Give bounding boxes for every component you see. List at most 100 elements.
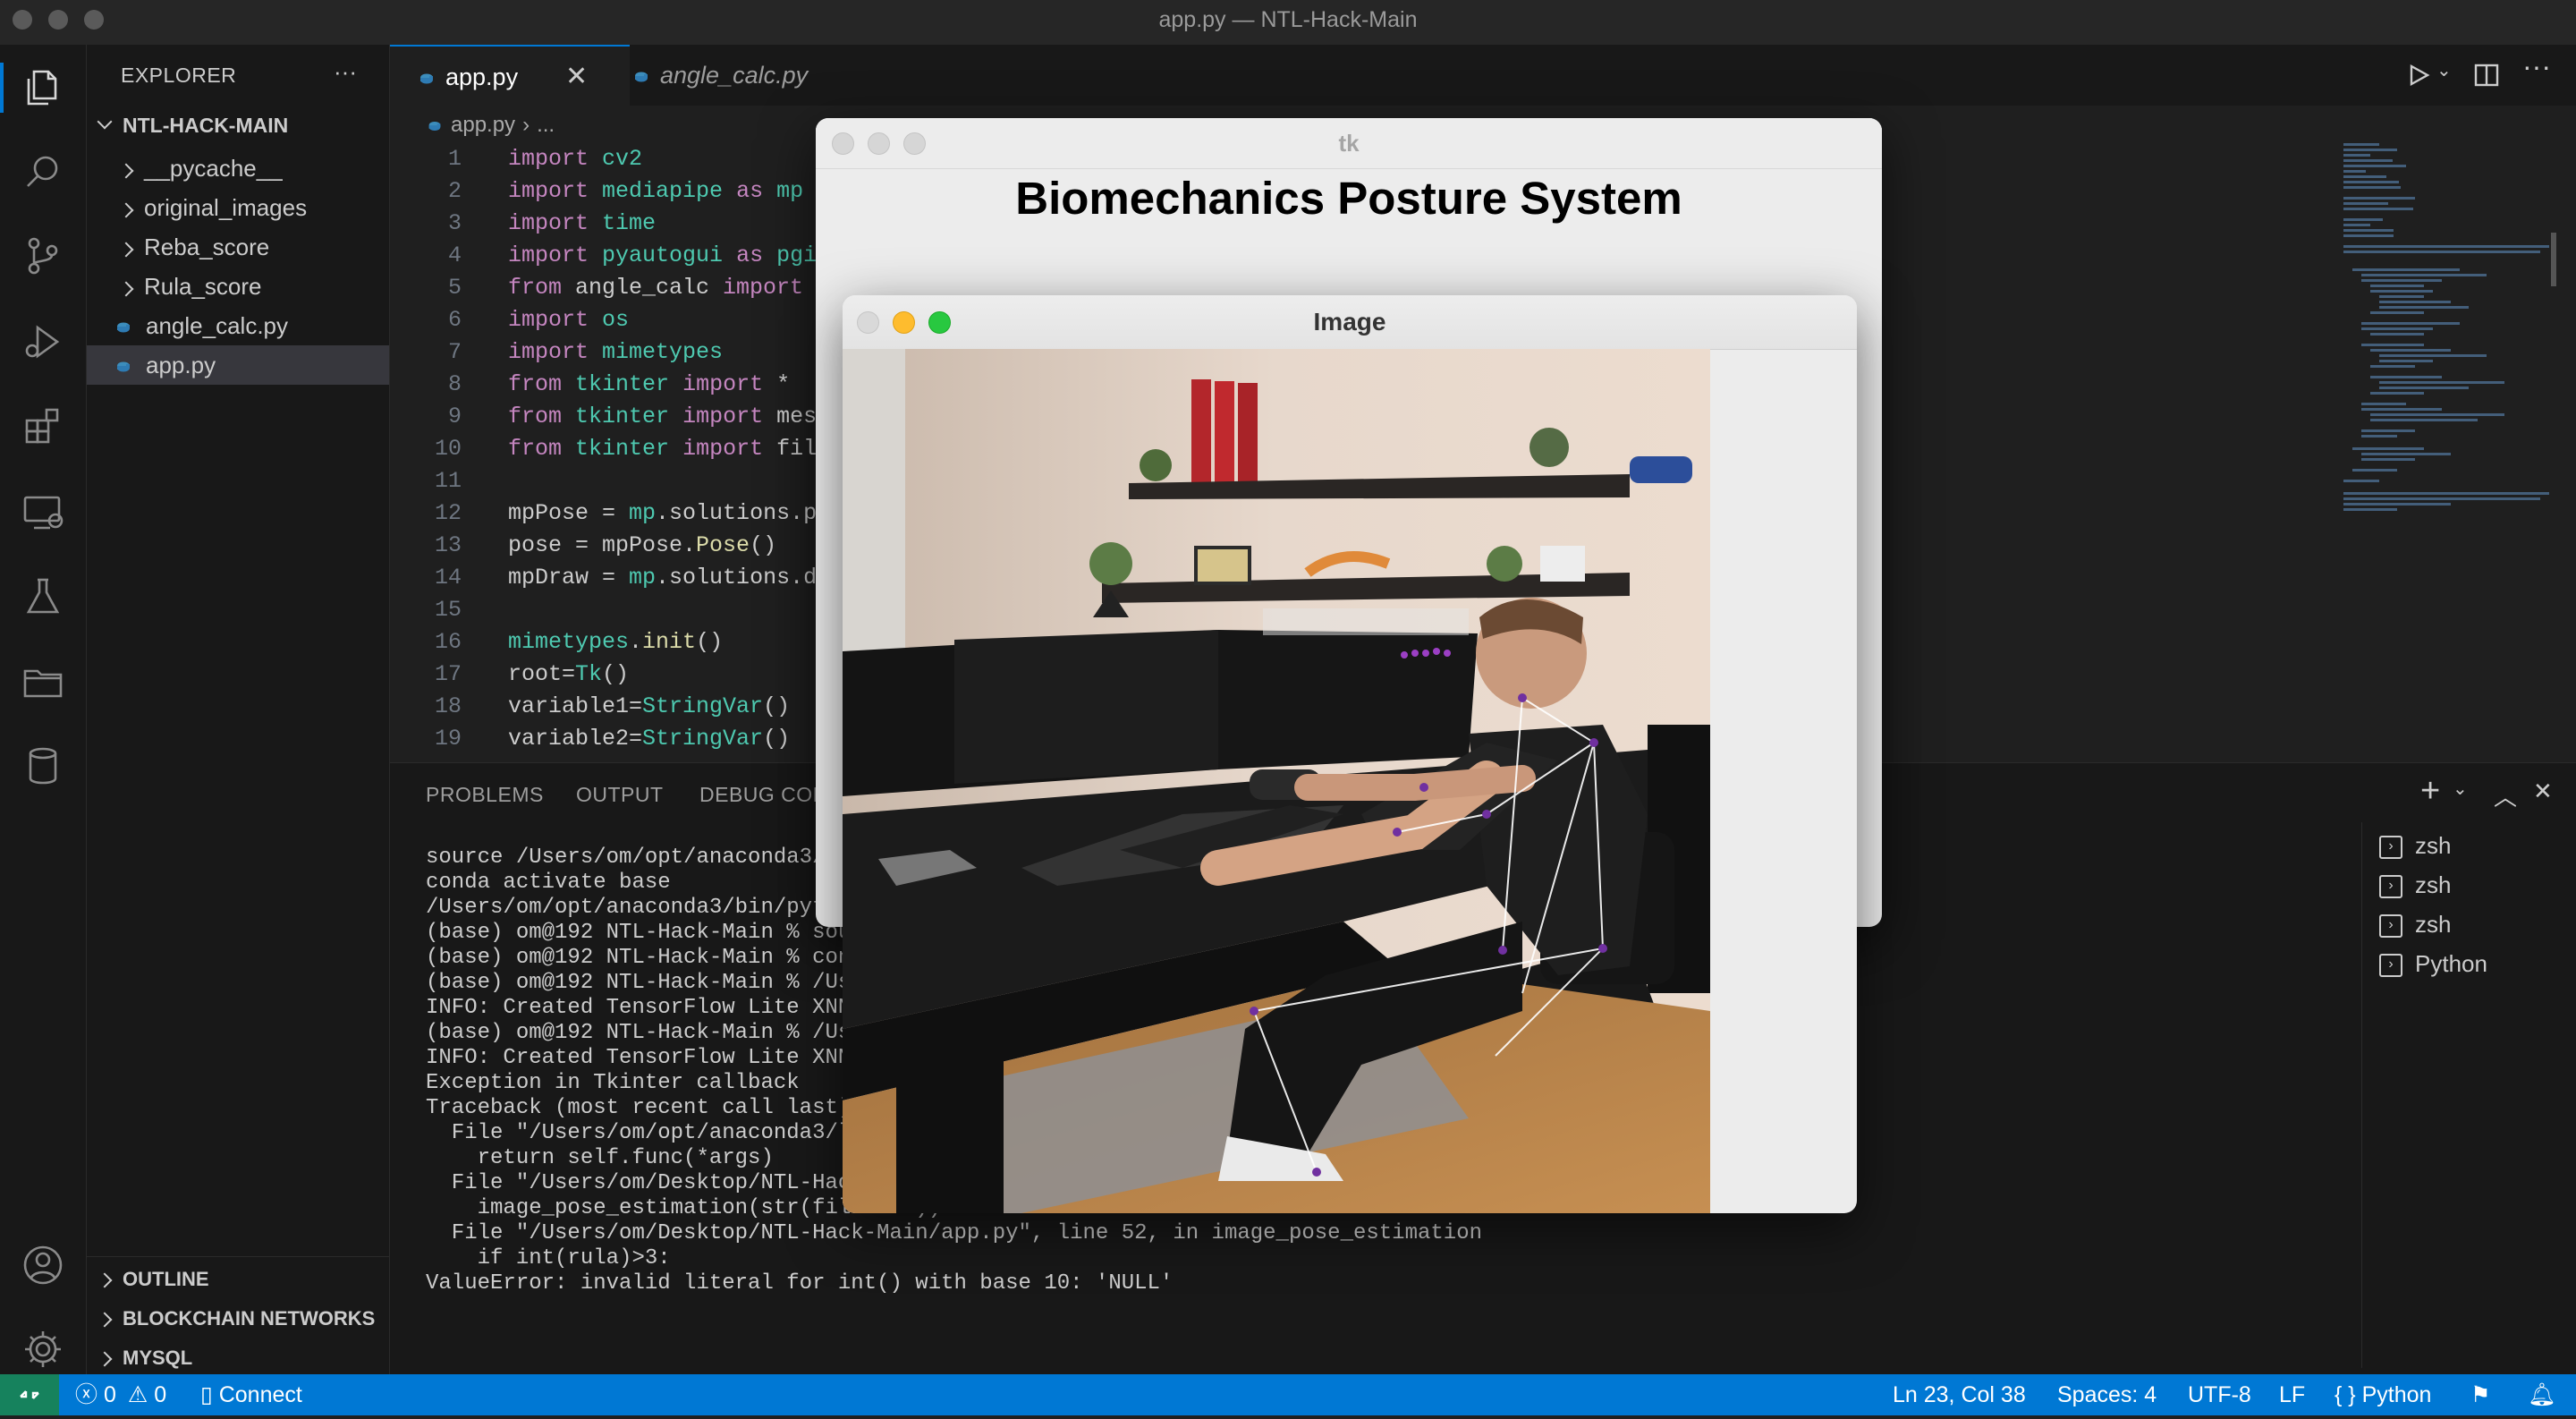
folder-item[interactable]: Reba_score	[118, 227, 423, 267]
problems-status[interactable]: ⓧ 0 ⚠ 0	[75, 1374, 166, 1415]
explorer-more-button[interactable]: ···	[334, 52, 369, 91]
chevron-right-icon	[97, 1272, 113, 1288]
python-file-icon	[117, 361, 130, 372]
code-text: from tkinter import *	[508, 371, 791, 397]
indentation-status[interactable]: Spaces: 4	[2057, 1374, 2157, 1415]
settings-gear-icon[interactable]	[21, 1328, 66, 1372]
chevron-right-icon	[118, 242, 134, 258]
terminal-icon: ›	[2379, 954, 2402, 978]
terminal-instance-zsh[interactable]: › zsh	[2379, 865, 2451, 905]
workspace-root[interactable]: NTL-HACK-MAIN	[97, 106, 402, 145]
explorer-sidebar: EXPLORER ··· NTL-HACK-MAIN __pycache__ o…	[87, 45, 390, 1374]
terminal-dropdown-chevron-icon[interactable]: ⌄	[2453, 777, 2468, 800]
terminal-line: INFO: Created TensorFlow Lite XNNP	[426, 1046, 864, 1070]
folder-item[interactable]: __pycache__	[118, 149, 423, 188]
run-file-icon[interactable]	[2406, 63, 2431, 88]
status-bar: ⓧ 0 ⚠ 0 ▯ Connect Ln 23, Col 38 Spaces: …	[0, 1374, 2576, 1415]
workspace-root-label: NTL-HACK-MAIN	[123, 114, 289, 137]
image-window-title: Image	[1313, 308, 1386, 336]
more-actions-icon[interactable]: ···	[2522, 50, 2551, 83]
tab-label: angle_calc.py	[660, 62, 809, 89]
code-text: root=Tk()	[508, 661, 630, 687]
chevron-right-icon	[97, 1351, 113, 1367]
code-text: import pyautogui as pgi	[508, 242, 818, 268]
terminal-line: Exception in Tkinter callback	[426, 1071, 800, 1095]
file-item-selected[interactable]: app.py	[87, 345, 389, 385]
search-icon[interactable]	[21, 150, 66, 195]
terminal-instance-label: zsh	[2415, 871, 2452, 898]
terminal-instance-python[interactable]: › Python	[2379, 944, 2487, 983]
terminal-line: source /Users/om/opt/anaconda3/	[426, 845, 826, 870]
outline-section[interactable]: OUTLINE	[97, 1260, 402, 1299]
terminal-line: (base) om@192 NTL-Hack-Main % /Use	[426, 1021, 864, 1045]
line-number: 11	[434, 468, 462, 494]
maximize-panel-icon[interactable]: ︿	[2494, 779, 2517, 812]
warning-icon: ⚠	[127, 1382, 148, 1407]
image-window: Image	[843, 295, 1857, 1213]
breadcrumb-file[interactable]: app.py	[451, 113, 515, 137]
notifications-bell-icon[interactable]: 🔔︎	[2528, 1374, 2556, 1415]
account-icon[interactable]	[21, 1244, 66, 1288]
folder-item[interactable]: Rula_score	[118, 267, 423, 306]
cursor-position[interactable]: Ln 23, Col 38	[1893, 1374, 2026, 1415]
new-terminal-icon[interactable]: +	[2420, 772, 2440, 811]
tk-maximize-button[interactable]	[903, 132, 926, 155]
folder-label: __pycache__	[144, 155, 283, 182]
terminal-line: if int(rula)>3:	[426, 1246, 671, 1270]
image-minimize-button[interactable]	[893, 311, 915, 334]
tab-angle-calc[interactable]: angle_calc.py	[605, 45, 837, 106]
minimap-slider[interactable]	[2551, 233, 2556, 286]
source-control-icon[interactable]	[21, 234, 66, 279]
database-connect-icon: ▯	[200, 1382, 213, 1407]
tab-problems[interactable]: PROBLEMS	[426, 783, 544, 807]
extensions-icon[interactable]	[21, 404, 66, 449]
remote-explorer-icon[interactable]	[21, 490, 66, 535]
feedback-icon[interactable]: ⚑	[2470, 1374, 2490, 1415]
line-number: 19	[434, 726, 462, 752]
tab-debug-console[interactable]: DEBUG CON	[699, 783, 828, 807]
blockchain-networks-section[interactable]: BLOCKCHAIN NETWORKS	[97, 1299, 402, 1338]
code-text: from angle_calc import a	[508, 275, 830, 301]
line-number: 5	[447, 275, 462, 301]
close-panel-icon[interactable]: ✕	[2533, 777, 2553, 805]
remote-indicator[interactable]	[0, 1374, 59, 1415]
tab-app-py[interactable]: app.py ✕	[390, 45, 630, 107]
connect-status[interactable]: ▯ Connect	[200, 1374, 302, 1415]
run-debug-icon[interactable]	[21, 320, 66, 365]
language-mode[interactable]: { } Python	[2334, 1374, 2431, 1415]
tab-output[interactable]: OUTPUT	[576, 783, 664, 807]
python-file-icon	[420, 73, 433, 84]
eol-status[interactable]: LF	[2279, 1374, 2305, 1415]
mysql-section[interactable]: MYSQL	[97, 1338, 402, 1378]
terminal-instance-zsh[interactable]: › zsh	[2379, 905, 2451, 944]
encoding-status[interactable]: UTF-8	[2188, 1374, 2251, 1415]
python-file-icon	[635, 72, 648, 82]
folder-item[interactable]: original_images	[118, 188, 423, 227]
image-maximize-button[interactable]	[928, 311, 951, 334]
project-manager-icon[interactable]	[21, 660, 66, 705]
run-dropdown-chevron-icon[interactable]: ⌄	[2436, 59, 2452, 81]
close-tab-icon[interactable]: ✕	[565, 47, 588, 107]
line-number: 12	[434, 500, 462, 526]
explorer-icon[interactable]	[21, 66, 66, 111]
tk-close-button[interactable]	[832, 132, 854, 155]
split-editor-icon[interactable]	[2474, 63, 2499, 88]
chevron-down-icon	[97, 114, 113, 130]
window-titlebar: app.py — NTL-Hack-Main	[0, 0, 2576, 46]
minimap[interactable]	[2343, 143, 2558, 626]
code-text: pose = mpPose.Pose()	[508, 532, 777, 558]
testing-icon[interactable]	[21, 574, 66, 619]
terminal-icon: ›	[2379, 875, 2402, 899]
terminal-instance-zsh[interactable]: › zsh	[2379, 826, 2451, 865]
database-icon[interactable]	[21, 744, 66, 789]
breadcrumb-rest[interactable]: ...	[537, 113, 555, 137]
code-text: import time	[508, 210, 657, 236]
code-text: mpPose = mp.solutions.po	[508, 500, 831, 526]
tk-minimize-button[interactable]	[868, 132, 890, 155]
image-close-button[interactable]	[857, 311, 879, 334]
line-number: 2	[447, 178, 462, 204]
file-label: app.py	[146, 352, 216, 378]
code-text: variable1=StringVar()	[508, 693, 791, 719]
terminal-line: return self.func(*args)	[426, 1146, 774, 1170]
file-item[interactable]: angle_calc.py	[114, 306, 416, 345]
